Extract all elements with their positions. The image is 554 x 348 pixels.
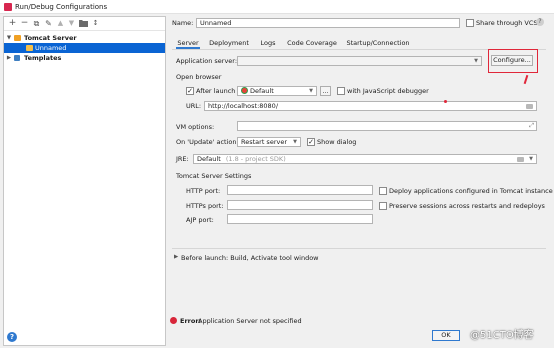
browser-more-button[interactable]: ... xyxy=(320,86,331,96)
on-update-label: On 'Update' action: xyxy=(176,138,239,146)
js-debugger-checkbox[interactable] xyxy=(337,87,345,95)
tree-toolbar: + − ⧉ ✎ ▲ ▼ ↕ xyxy=(4,17,165,31)
ajp-port-field[interactable] xyxy=(227,214,373,224)
collapse-arrow-icon[interactable]: ▶ xyxy=(6,53,12,63)
jre-combo[interactable]: Default (1.8 - project SDK) ▼ xyxy=(193,154,537,164)
configurations-tree: ▼ Tomcat Server Unnamed ▶ Templates xyxy=(4,33,165,63)
configurations-tree-panel: + − ⧉ ✎ ▲ ▼ ↕ ▼ Tomcat Server Unnamed ▶ … xyxy=(3,16,166,346)
help-icon[interactable]: ? xyxy=(7,332,17,342)
expand-arrow-icon[interactable]: ▶ xyxy=(174,254,178,260)
share-vcs-label: Share through VCS xyxy=(476,19,538,27)
wrench-icon xyxy=(14,55,20,61)
chrome-icon xyxy=(241,87,248,94)
before-launch-label[interactable]: Before launch: Build, Activate tool wind… xyxy=(181,254,318,262)
watermark-text: @51CTO博客 xyxy=(470,330,534,341)
tab-startup-connection[interactable]: Startup/Connection xyxy=(346,37,410,49)
window-title: Run/Debug Configurations xyxy=(15,3,108,11)
tab-server[interactable]: Server xyxy=(176,37,200,49)
vm-options-field[interactable]: ⤢ xyxy=(237,121,537,131)
red-annotation-box xyxy=(488,49,538,73)
deploy-applications-checkbox[interactable] xyxy=(379,187,387,195)
show-dialog-checkbox[interactable]: ✓ xyxy=(307,138,315,146)
folder-icon[interactable] xyxy=(517,157,524,162)
open-browser-title: Open browser xyxy=(176,73,222,81)
tab-code-coverage[interactable]: Code Coverage xyxy=(287,37,337,49)
on-update-combo[interactable]: Restart server ▼ xyxy=(237,137,301,147)
tomcat-icon xyxy=(14,35,21,41)
folder-icon[interactable] xyxy=(526,104,533,109)
remove-icon[interactable]: − xyxy=(20,19,29,28)
sort-icon[interactable]: ↕ xyxy=(91,19,100,28)
error-message: Application Server not specified xyxy=(198,317,302,325)
http-port-field[interactable] xyxy=(227,185,373,195)
tab-logs[interactable]: Logs xyxy=(258,37,278,49)
deploy-applications-label: Deploy applications configured in Tomcat… xyxy=(389,187,553,195)
preserve-sessions-checkbox[interactable] xyxy=(379,202,387,210)
tomcat-config-icon xyxy=(26,45,33,51)
after-launch-label: After launch xyxy=(196,87,236,95)
jre-label: JRE: xyxy=(176,155,189,163)
js-debugger-label: with JavaScript debugger xyxy=(347,87,429,95)
preserve-sessions-label: Preserve sessions across restarts and re… xyxy=(389,202,545,210)
folder-icon[interactable] xyxy=(79,19,88,28)
tree-item-templates[interactable]: ▶ Templates xyxy=(4,53,165,63)
browser-combo[interactable]: Default ▼ xyxy=(237,86,317,96)
https-port-label: HTTPs port: xyxy=(186,202,224,210)
chevron-down-icon: ▼ xyxy=(309,88,313,94)
name-field[interactable]: Unnamed xyxy=(196,18,460,28)
ajp-port-label: AJP port: xyxy=(186,216,214,224)
chevron-down-icon: ▼ xyxy=(474,58,478,64)
move-up-icon[interactable]: ▲ xyxy=(56,19,65,28)
expand-icon[interactable]: ⤢ xyxy=(529,122,534,130)
application-server-label: Application server: xyxy=(176,57,238,65)
share-vcs-checkbox[interactable] xyxy=(466,19,474,27)
tree-item-tomcat-server[interactable]: ▼ Tomcat Server xyxy=(4,33,165,43)
before-launch-divider xyxy=(172,248,546,249)
show-dialog-label: Show dialog xyxy=(317,138,357,146)
intellij-icon xyxy=(4,3,12,11)
tab-deployment[interactable]: Deployment xyxy=(209,37,249,49)
red-annotation-mark xyxy=(523,74,529,85)
red-dot xyxy=(444,100,447,103)
vm-options-label: VM options: xyxy=(176,123,215,131)
move-down-icon[interactable]: ▼ xyxy=(67,19,76,28)
error-icon xyxy=(170,317,177,324)
chevron-down-icon: ▼ xyxy=(529,156,533,162)
https-port-field[interactable] xyxy=(227,200,373,210)
question-icon[interactable]: ? xyxy=(536,18,544,26)
title-bar: Run/Debug Configurations xyxy=(0,0,554,14)
add-icon[interactable]: + xyxy=(8,19,17,28)
http-port-label: HTTP port: xyxy=(186,187,221,195)
application-server-combo[interactable]: ▼ xyxy=(237,56,482,66)
chevron-down-icon: ▼ xyxy=(293,139,297,145)
copy-icon[interactable]: ⧉ xyxy=(32,19,41,28)
tomcat-settings-title: Tomcat Server Settings xyxy=(176,172,252,180)
expand-arrow-icon[interactable]: ▼ xyxy=(6,33,12,43)
ok-button[interactable]: OK xyxy=(432,330,460,341)
name-label: Name: xyxy=(172,19,194,27)
url-label: URL: xyxy=(186,102,202,110)
url-field[interactable]: http://localhost:8080/ xyxy=(204,101,537,111)
wrench-icon[interactable]: ✎ xyxy=(44,19,53,28)
after-launch-checkbox[interactable]: ✓ xyxy=(186,87,194,95)
tree-item-unnamed[interactable]: Unnamed xyxy=(4,43,165,53)
